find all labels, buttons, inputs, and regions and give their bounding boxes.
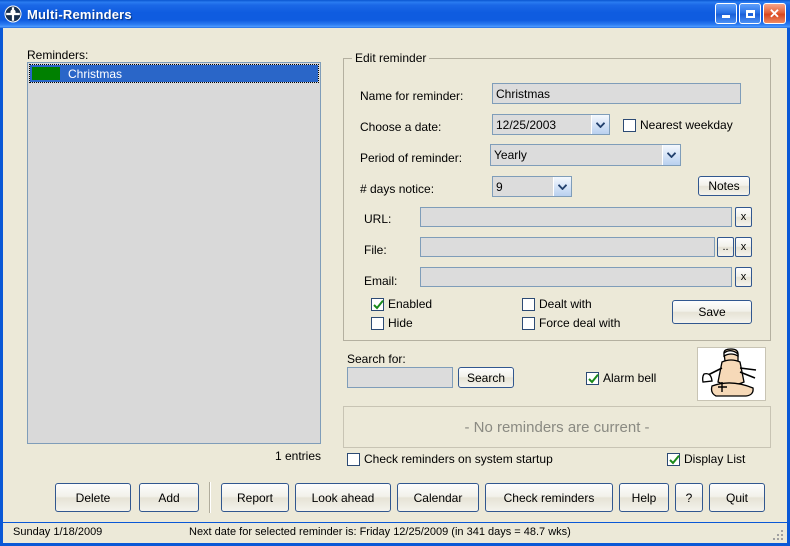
app-cross-circle-icon <box>4 5 22 23</box>
look-ahead-button[interactable]: Look ahead <box>295 483 391 512</box>
days-notice-value: 9 <box>496 179 503 194</box>
chevron-down-icon[interactable] <box>662 145 680 165</box>
search-for-label: Search for: <box>347 352 406 366</box>
file-clear-button[interactable]: x <box>735 237 752 257</box>
reminder-color-swatch <box>32 67 60 80</box>
window-controls: ✕ <box>715 3 786 24</box>
check-on-startup-label: Check reminders on system startup <box>364 452 553 466</box>
url-clear-button[interactable]: x <box>735 207 752 227</box>
choose-a-date-combo[interactable]: 12/25/2003 <box>492 114 610 135</box>
toolbar-separator <box>209 482 211 513</box>
alarm-bell-label: Alarm bell <box>603 371 657 385</box>
force-deal-with-checkbox[interactable]: Force deal with <box>522 316 620 330</box>
calendar-button[interactable]: Calendar <box>397 483 479 512</box>
url-input[interactable] <box>420 207 732 227</box>
name-for-reminder-input[interactable]: Christmas <box>492 83 741 104</box>
check-reminders-button[interactable]: Check reminders <box>485 483 613 512</box>
add-button[interactable]: Add <box>139 483 199 512</box>
list-item[interactable]: Christmas <box>29 64 319 83</box>
quit-button[interactable]: Quit <box>709 483 765 512</box>
status-message: - No reminders are current - <box>464 418 650 436</box>
days-notice-label: # days notice: <box>360 182 435 196</box>
status-bar-date: Sunday 1/18/2009 <box>13 526 103 538</box>
client-area: Reminders: Christmas 1 entries Edit remi… <box>3 28 787 522</box>
maximize-button[interactable] <box>739 3 761 24</box>
file-input[interactable] <box>420 237 715 257</box>
window-title: Multi-Reminders <box>27 6 132 22</box>
hide-box <box>371 316 384 330</box>
chevron-down-icon[interactable] <box>591 115 609 134</box>
status-bar: Sunday 1/18/2009 Next date for selected … <box>3 523 787 543</box>
nearest-weekday-box <box>623 118 636 132</box>
nearest-weekday-checkbox[interactable]: Nearest weekday <box>623 118 733 132</box>
alarm-bell-checkbox[interactable]: Alarm bell <box>586 371 656 385</box>
close-button[interactable]: ✕ <box>763 3 786 24</box>
days-notice-combo[interactable]: 9 <box>492 176 572 197</box>
title-bar[interactable]: Multi-Reminders ✕ <box>0 0 790 28</box>
period-of-reminder-combo[interactable]: Yearly <box>490 144 681 166</box>
search-button[interactable]: Search <box>458 367 514 388</box>
choose-a-date-value: 12/25/2003 <box>496 117 557 132</box>
report-button[interactable]: Report <box>221 483 289 512</box>
check-on-startup-checkbox[interactable]: Check reminders on system startup <box>347 452 553 466</box>
check-on-startup-box <box>347 452 360 466</box>
force-deal-with-box <box>522 316 535 330</box>
hide-label: Hide <box>388 316 413 330</box>
delete-button[interactable]: Delete <box>55 483 131 512</box>
email-clear-button[interactable]: x <box>735 267 752 287</box>
resize-grip[interactable] <box>771 528 785 542</box>
enabled-checkbox[interactable]: Enabled <box>371 297 432 311</box>
period-of-reminder-label: Period of reminder: <box>360 151 463 165</box>
save-button[interactable]: Save <box>672 300 752 324</box>
help-button[interactable]: Help <box>619 483 669 512</box>
reminders-listbox[interactable]: Christmas <box>27 62 321 444</box>
display-list-box <box>667 452 680 466</box>
status-message-panel: - No reminders are current - <box>343 406 771 448</box>
file-browse-button[interactable]: .. <box>717 237 734 257</box>
enabled-label: Enabled <box>388 297 433 311</box>
minimize-button[interactable] <box>715 3 737 24</box>
alarm-bell-illustration <box>697 347 766 401</box>
status-bar-next-date: Next date for selected reminder is: Frid… <box>189 526 571 538</box>
dealt-with-label: Dealt with <box>539 297 592 311</box>
maximize-icon <box>745 9 755 18</box>
nearest-weekday-label: Nearest weekday <box>640 118 733 132</box>
entries-count: 1 entries <box>274 449 321 463</box>
email-label: Email: <box>364 274 398 288</box>
dealt-with-box <box>522 297 535 311</box>
about-button[interactable]: ? <box>675 483 703 512</box>
hide-checkbox[interactable]: Hide <box>371 316 413 330</box>
choose-a-date-label: Choose a date: <box>360 120 442 134</box>
search-input[interactable] <box>347 367 453 388</box>
name-for-reminder-label: Name for reminder: <box>360 89 464 103</box>
edit-reminder-group-title: Edit reminder <box>352 51 430 65</box>
close-icon: ✕ <box>769 6 780 21</box>
alarm-bell-box <box>586 371 599 385</box>
chevron-down-icon[interactable] <box>553 177 571 196</box>
minimize-icon <box>722 15 730 18</box>
enabled-box <box>371 297 384 311</box>
list-item-label: Christmas <box>68 66 123 81</box>
application-window: Multi-Reminders ✕ Reminders: Christmas 1… <box>0 0 790 546</box>
display-list-checkbox[interactable]: Display List <box>667 452 745 466</box>
notes-button[interactable]: Notes <box>698 176 750 196</box>
dealt-with-checkbox[interactable]: Dealt with <box>522 297 592 311</box>
display-list-label: Display List <box>684 452 746 466</box>
force-deal-with-label: Force deal with <box>539 316 621 330</box>
file-label: File: <box>364 243 387 257</box>
period-of-reminder-value: Yearly <box>494 148 527 162</box>
reminders-label: Reminders: <box>27 48 89 62</box>
url-label: URL: <box>364 212 392 226</box>
email-input[interactable] <box>420 267 732 287</box>
